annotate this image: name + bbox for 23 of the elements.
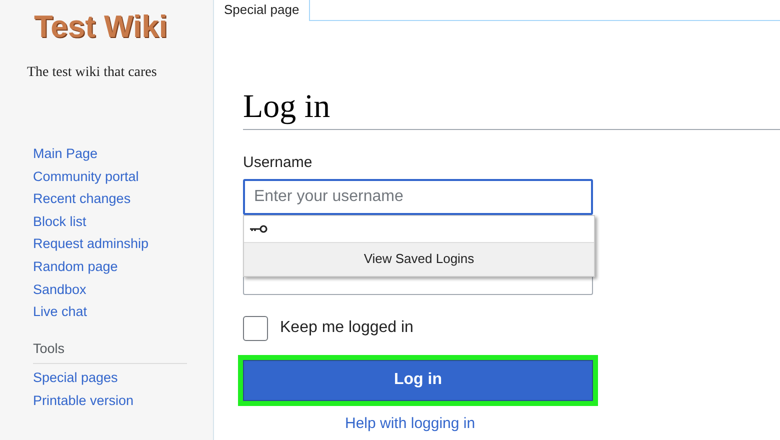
- nav-link[interactable]: Request adminship: [33, 235, 149, 254]
- nav-link[interactable]: Main Page: [33, 145, 98, 163]
- login-button[interactable]: Log in: [238, 354, 598, 406]
- tools-link[interactable]: Printable version: [33, 392, 134, 410]
- tools-heading: Tools: [33, 340, 66, 358]
- tools-link[interactable]: Special pages: [33, 369, 118, 388]
- tagline: The test wiki that cares: [27, 64, 158, 82]
- nav-link[interactable]: Community portal: [33, 168, 139, 186]
- help-link[interactable]: Help with logging in: [345, 414, 476, 432]
- nav-link[interactable]: Sandbox: [33, 280, 86, 299]
- nav-link[interactable]: Recent changes: [33, 190, 131, 208]
- username-label: Username: [243, 153, 314, 173]
- checkbox-label: Keep me logged in: [280, 318, 414, 338]
- username-field[interactable]: Enter your username: [243, 178, 593, 214]
- nav-link[interactable]: Random page: [33, 258, 118, 276]
- page-heading: Log in: [243, 87, 780, 130]
- checkbox[interactable]: [243, 316, 268, 340]
- nav-link[interactable]: Live chat: [33, 303, 88, 322]
- page-tab[interactable]: Special page: [214, 0, 310, 21]
- logo[interactable]: Test Wiki: [34, 10, 168, 44]
- view-saved-logins-button[interactable]: View Saved Logins: [244, 242, 594, 276]
- key-icon: [250, 224, 268, 232]
- nav-link[interactable]: Block list: [33, 212, 86, 231]
